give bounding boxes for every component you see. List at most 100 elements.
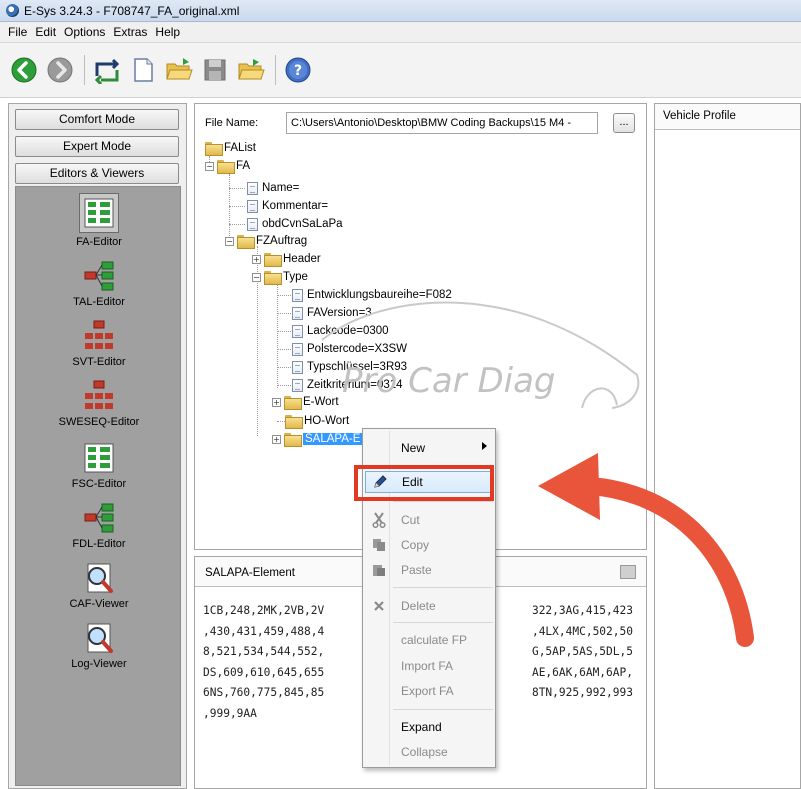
open-folder-2-icon[interactable]: [237, 56, 265, 84]
menu-item-paste-label: Paste: [401, 563, 432, 577]
expert-mode-button[interactable]: Expert Mode: [15, 136, 179, 157]
folder-icon: [284, 433, 302, 447]
menu-item-paste[interactable]: Paste: [365, 559, 493, 581]
comfort-mode-button[interactable]: Comfort Mode: [15, 109, 179, 130]
tree-node-label: Entwicklungsbaureihe=F082: [307, 289, 452, 301]
new-file-icon[interactable]: [129, 56, 157, 84]
expand-icon[interactable]: +: [252, 254, 261, 264]
tree-line: [277, 385, 291, 386]
collapse-icon[interactable]: −: [252, 272, 261, 282]
back-icon[interactable]: [10, 56, 38, 84]
vehicle-profile-title: Vehicle Profile: [655, 104, 800, 130]
svg-text:?: ?: [294, 63, 302, 79]
blank-icon: [369, 719, 389, 735]
tree-node-polstercode[interactable]: Polstercode=X3SW: [292, 341, 407, 357]
connect-icon[interactable]: [93, 56, 121, 84]
log-viewer-label: Log-Viewer: [71, 658, 127, 670]
sweseq-editor-item[interactable]: SWESEQ-Editor: [16, 379, 182, 428]
menu-item-expand[interactable]: Expand: [365, 716, 493, 738]
tree-node-salapa-element[interactable]: + SALAPA-E: [272, 431, 363, 447]
tree-node-entwicklungsbaureihe[interactable]: Entwicklungsbaureihe=F082: [292, 287, 452, 303]
folder-icon: [264, 253, 282, 267]
tree-node-typschluessel[interactable]: Typschlüssel=3R93: [292, 359, 407, 375]
tree-node-header[interactable]: + Header: [252, 251, 321, 267]
caf-viewer-item[interactable]: CAF-Viewer: [16, 561, 182, 610]
menu-file[interactable]: File: [4, 25, 31, 39]
tree-node-zeitkriterium[interactable]: Zeitkriterium=0314: [292, 377, 403, 393]
tree-line: [277, 367, 291, 368]
fdl-editor-label: FDL-Editor: [72, 538, 126, 550]
tal-editor-item[interactable]: TAL-Editor: [16, 259, 182, 308]
fdl-editor-item[interactable]: FDL-Editor: [16, 501, 182, 550]
blank-icon: [369, 744, 389, 760]
tree-node-label: Name=: [262, 182, 300, 194]
menu-options[interactable]: Options: [60, 25, 109, 39]
menu-help[interactable]: Help: [151, 25, 184, 39]
tree-node-type[interactable]: − Type: [252, 269, 308, 285]
menu-separator: [393, 501, 493, 502]
tree-node-falist[interactable]: FAList: [205, 140, 256, 156]
menu-edit[interactable]: Edit: [31, 25, 60, 39]
fsc-editor-item[interactable]: FSC-Editor: [16, 441, 182, 490]
menu-item-copy[interactable]: Copy: [365, 534, 493, 556]
tree-line: [277, 349, 291, 350]
tree-node-label: Type: [283, 271, 308, 283]
collapse-icon[interactable]: −: [225, 236, 234, 246]
tree-node-ho-wort[interactable]: HO-Wort: [285, 413, 349, 429]
expand-icon[interactable]: +: [272, 397, 281, 407]
menu-extras[interactable]: Extras: [109, 25, 151, 39]
tree-node-label: FAList: [224, 142, 256, 154]
tree-node-obdcvnsalapa[interactable]: obdCvnSaLaPa: [247, 216, 343, 232]
pin-icon[interactable]: [620, 565, 636, 579]
blank-icon: [369, 440, 389, 456]
tree-node-e-wort[interactable]: + E-Wort: [272, 394, 339, 410]
salapa-line: G,5AP,5AS,5DL,5: [531, 645, 633, 658]
tree-line: [229, 206, 245, 207]
tree-node-label: Header: [283, 253, 321, 265]
salapa-line: 8,521,534,544,552,: [203, 645, 325, 658]
annotation-highlight-box: [354, 465, 494, 501]
paste-icon: [369, 562, 389, 578]
collapse-icon[interactable]: −: [205, 161, 214, 171]
menu-item-export-fa[interactable]: Export FA: [365, 680, 493, 702]
caf-viewer-icon: [87, 563, 113, 593]
tree-node-fa[interactable]: − FA: [205, 158, 250, 174]
menu-item-new[interactable]: New: [365, 437, 493, 459]
open-folder-icon[interactable]: [165, 56, 193, 84]
tree-line: [229, 224, 245, 225]
copy-icon: [369, 537, 389, 553]
tree-node-label: Zeitkriterium=0314: [307, 379, 403, 391]
document-icon: [292, 360, 303, 374]
menu-item-cut[interactable]: Cut: [365, 509, 493, 531]
tree-node-faversion[interactable]: FAVersion=3: [292, 305, 372, 321]
expand-icon[interactable]: +: [272, 434, 281, 444]
save-icon[interactable]: [201, 56, 229, 84]
tree-line: [229, 174, 230, 242]
help-icon[interactable]: ?: [284, 56, 312, 84]
svt-editor-item[interactable]: SVT-Editor: [16, 319, 182, 368]
document-icon: [292, 288, 303, 302]
tree-line: [277, 295, 291, 296]
tree-node-fzauftrag[interactable]: − FZAuftrag: [225, 233, 307, 249]
menu-item-delete[interactable]: Delete: [365, 595, 493, 617]
editors-viewers-button[interactable]: Editors & Viewers: [15, 163, 179, 184]
menu-item-calculate-fp[interactable]: calculate FP: [365, 629, 493, 651]
tree-node-lackcode[interactable]: Lackcode=0300: [292, 323, 389, 339]
menu-item-collapse[interactable]: Collapse: [365, 741, 493, 763]
menu-item-import-fa[interactable]: Import FA: [365, 655, 493, 677]
document-icon: [292, 378, 303, 392]
tree-node-label: obdCvnSaLaPa: [262, 218, 343, 230]
sweseq-editor-label: SWESEQ-Editor: [58, 416, 140, 428]
tree-node-name[interactable]: Name=: [247, 180, 299, 196]
menu-item-new-label: New: [401, 441, 426, 455]
salapa-line: 6NS,760,775,845,85: [203, 686, 325, 699]
fa-editor-item[interactable]: FA-Editor: [16, 193, 182, 248]
folder-icon: [237, 235, 255, 249]
tal-editor-label: TAL-Editor: [73, 296, 125, 308]
toolbar: ?: [0, 43, 801, 98]
document-icon: [292, 342, 303, 356]
log-viewer-item[interactable]: Log-Viewer: [16, 621, 182, 670]
forward-icon[interactable]: [46, 56, 74, 84]
document-icon: [292, 324, 303, 338]
tree-node-kommentar[interactable]: Kommentar=: [247, 198, 328, 214]
